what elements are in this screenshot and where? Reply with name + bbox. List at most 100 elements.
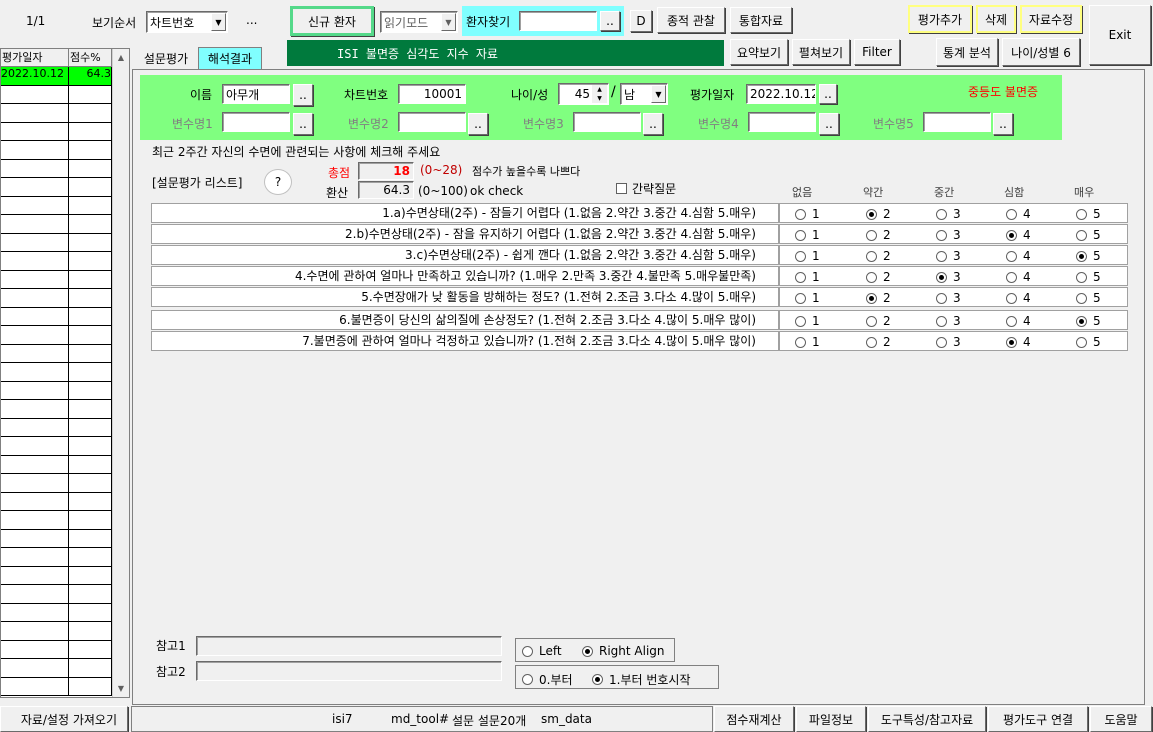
filter-button[interactable]: Filter — [854, 39, 900, 65]
grid-cell-date[interactable] — [1, 85, 69, 104]
statistics-button[interactable]: 통계 분석 — [936, 38, 998, 66]
radio-circle[interactable] — [1006, 292, 1017, 304]
answer-radio-1[interactable]: 1 — [795, 207, 820, 221]
grid-cell-date[interactable] — [1, 307, 69, 326]
table-row[interactable] — [1, 492, 113, 511]
answer-radio-4[interactable]: 4 — [1006, 335, 1031, 349]
radio-circle[interactable] — [1006, 208, 1017, 220]
file-info-button[interactable]: 파일정보 — [796, 706, 866, 732]
table-row[interactable] — [1, 640, 113, 659]
find-patient-dots-button[interactable]: .. — [600, 11, 620, 31]
table-row[interactable] — [1, 455, 113, 474]
var3-button[interactable]: .. — [643, 113, 663, 135]
follow-up-button[interactable]: 종적 관찰 — [657, 7, 725, 33]
scroll-down-icon[interactable]: ▼ — [113, 680, 129, 697]
answer-radio-3[interactable]: 3 — [936, 270, 961, 284]
grid-cell-date[interactable] — [1, 455, 69, 474]
radio-circle[interactable] — [522, 674, 533, 685]
answer-radio-3[interactable]: 3 — [936, 207, 961, 221]
grid-cell-score[interactable] — [69, 85, 112, 104]
grid-scrollbar[interactable]: ▲ ▼ — [112, 49, 129, 697]
table-row[interactable] — [1, 400, 113, 419]
summary-view-button[interactable]: 요약보기 — [730, 39, 788, 65]
radio-circle[interactable] — [866, 250, 877, 262]
ellipsis-button[interactable]: ... — [246, 13, 257, 27]
radio-circle[interactable] — [866, 271, 877, 283]
radio-circle[interactable] — [936, 336, 947, 348]
grid-cell-date[interactable] — [1, 511, 69, 530]
grid-cell-date[interactable] — [1, 159, 69, 178]
align-right-radio[interactable]: Right Align — [582, 644, 665, 658]
grid-cell-score[interactable] — [69, 640, 112, 659]
grid-cell-score[interactable] — [69, 474, 112, 493]
answer-radio-5[interactable]: 5 — [1076, 228, 1101, 242]
radio-circle[interactable] — [1076, 336, 1087, 348]
radio-circle[interactable] — [936, 315, 947, 327]
var2-field[interactable] — [398, 112, 466, 132]
radio-circle[interactable] — [1076, 292, 1087, 304]
delete-button[interactable]: 삭제 — [976, 5, 1016, 33]
grid-cell-score[interactable] — [69, 196, 112, 215]
radio-circle[interactable] — [1006, 229, 1017, 241]
ref1-field[interactable] — [196, 636, 502, 656]
answer-radio-2[interactable]: 2 — [866, 228, 891, 242]
table-row[interactable] — [1, 122, 113, 141]
grid-cell-date[interactable] — [1, 215, 69, 234]
chevron-down-icon[interactable]: ▼ — [211, 13, 226, 31]
table-row[interactable] — [1, 307, 113, 326]
grid-cell-date[interactable] — [1, 677, 69, 696]
tool-info-button[interactable]: 도구특성/참고자료 — [868, 706, 986, 732]
grid-cell-score[interactable]: 64.3 — [69, 67, 112, 86]
table-row[interactable] — [1, 511, 113, 530]
link-tool-button[interactable]: 평가도구 연결 — [988, 706, 1088, 732]
grid-header-score[interactable]: 점수% — [69, 49, 112, 67]
radio-circle[interactable] — [1076, 250, 1087, 262]
answer-radio-4[interactable]: 4 — [1006, 228, 1031, 242]
answer-radio-1[interactable]: 1 — [795, 249, 820, 263]
radio-circle[interactable] — [582, 645, 593, 657]
name-field[interactable]: 아무개 — [222, 84, 290, 104]
radio-circle[interactable] — [795, 292, 806, 304]
table-row[interactable] — [1, 677, 113, 696]
answer-radio-4[interactable]: 4 — [1006, 291, 1031, 305]
answer-radio-2[interactable]: 2 — [866, 207, 891, 221]
grid-cell-score[interactable] — [69, 215, 112, 234]
grid-cell-date[interactable] — [1, 141, 69, 160]
radio-circle[interactable] — [592, 674, 603, 685]
table-row[interactable] — [1, 326, 113, 345]
new-patient-button[interactable]: 신규 환자 — [290, 6, 374, 36]
answer-radio-5[interactable]: 5 — [1076, 291, 1101, 305]
radio-circle[interactable] — [936, 292, 947, 304]
answer-radio-2[interactable]: 2 — [866, 249, 891, 263]
grid-cell-score[interactable] — [69, 492, 112, 511]
grid-cell-date[interactable] — [1, 178, 69, 197]
grid-cell-score[interactable] — [69, 659, 112, 678]
table-row[interactable] — [1, 196, 113, 215]
grid-cell-score[interactable] — [69, 104, 112, 123]
grid-cell-score[interactable] — [69, 270, 112, 289]
grid-cell-score[interactable] — [69, 252, 112, 271]
radio-circle[interactable] — [866, 229, 877, 241]
table-row[interactable] — [1, 85, 113, 104]
grid-cell-score[interactable] — [69, 455, 112, 474]
answer-radio-5[interactable]: 5 — [1076, 270, 1101, 284]
grid-cell-score[interactable] — [69, 622, 112, 641]
grid-cell-score[interactable] — [69, 548, 112, 567]
add-evaluation-button[interactable]: 평가추가 — [908, 5, 972, 33]
chevron-down-icon[interactable]: ▼ — [441, 13, 456, 31]
answer-radio-3[interactable]: 3 — [936, 291, 961, 305]
table-row[interactable] — [1, 529, 113, 548]
radio-circle[interactable] — [522, 645, 533, 657]
grid-cell-date[interactable] — [1, 418, 69, 437]
recalculate-button[interactable]: 점수재계산 — [714, 706, 794, 732]
age-sex-button[interactable]: 나이/성별 6 — [1002, 38, 1080, 66]
grid-cell-score[interactable] — [69, 381, 112, 400]
grid-cell-score[interactable] — [69, 437, 112, 456]
answer-radio-5[interactable]: 5 — [1076, 249, 1101, 263]
grid-cell-date[interactable] — [1, 548, 69, 567]
table-row[interactable] — [1, 289, 113, 308]
grid-cell-score[interactable] — [69, 344, 112, 363]
radio-circle[interactable] — [1006, 250, 1017, 262]
table-row[interactable] — [1, 233, 113, 252]
answer-radio-4[interactable]: 4 — [1006, 314, 1031, 328]
